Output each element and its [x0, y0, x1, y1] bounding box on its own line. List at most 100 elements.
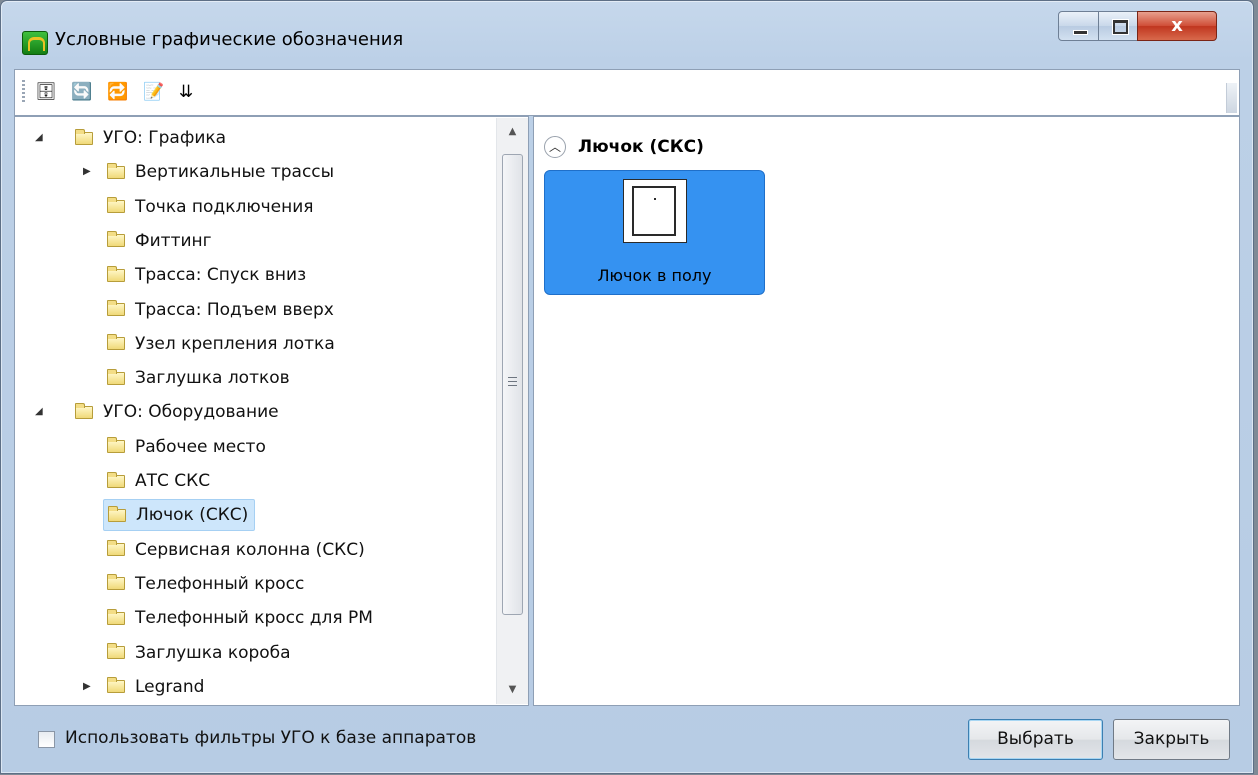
folder-icon: [107, 540, 125, 557]
edit-icon[interactable]: 📝: [143, 80, 165, 104]
symbol-tile[interactable]: Лючок в полу: [544, 170, 765, 295]
tree-item[interactable]: Телефонный кросс для РМ: [103, 601, 379, 635]
tree-item-label: Legrand: [135, 676, 205, 697]
tree-item-label: УГО: Оборудование: [103, 402, 279, 423]
folder-icon: [107, 231, 125, 248]
tree-item-content: Заглушка лотков: [103, 363, 296, 393]
scroll-thumb[interactable]: [502, 154, 523, 615]
title-bar[interactable]: Условные графические обозначения x: [1, 1, 1253, 55]
tree-item[interactable]: Трасса: Спуск вниз: [103, 258, 312, 292]
tree-item-label: Лючок (СКС): [136, 505, 249, 526]
folder-icon: [107, 368, 125, 385]
toolbar-overflow[interactable]: [1226, 83, 1237, 113]
tree-item[interactable]: Заглушка лотков: [103, 361, 296, 395]
tree-item-content: Трасса: Подъем вверх: [103, 295, 340, 325]
refresh-icon[interactable]: 🔄: [71, 80, 93, 104]
tree-item-content: УГО: Оборудование: [71, 397, 285, 427]
folder-icon: [107, 437, 125, 454]
tree-item-content: Вертикальные трассы: [103, 157, 340, 187]
tree-item-content: Точка подключения: [103, 192, 320, 222]
filter-checkbox[interactable]: [38, 731, 55, 748]
symbol-tile-label: Лючок в полу: [597, 266, 712, 285]
select-button[interactable]: Выбрать: [968, 719, 1103, 760]
app-icon: [22, 31, 48, 55]
tree-item-content: Фиттинг: [103, 226, 218, 256]
tree-item-label: Вертикальные трассы: [135, 162, 335, 183]
tree-item-content: Узел крепления лотка: [103, 329, 341, 359]
tree-item-label: Телефонный кросс: [135, 573, 305, 594]
folder-icon: [107, 643, 125, 659]
tree-item-label: Телефонный кросс для РМ: [135, 608, 373, 629]
maximize-button[interactable]: [1098, 11, 1138, 41]
tree-item-label: Сервисная колонна (СКС): [135, 539, 365, 560]
folder-icon: [107, 677, 125, 694]
sort-icon[interactable]: ⇊: [175, 80, 197, 104]
floor-hatch-icon: [623, 179, 687, 243]
minimize-button[interactable]: [1058, 11, 1099, 41]
folder-icon: [107, 334, 125, 351]
close-window-button[interactable]: x: [1137, 11, 1217, 41]
expanded-arrow-icon[interactable]: ◢: [35, 133, 45, 143]
tree-item-content: АТС СКС: [103, 466, 216, 496]
tree-item[interactable]: АТС СКС: [103, 464, 216, 498]
scroll-grip-icon: [508, 377, 517, 388]
folder-icon: [107, 162, 125, 179]
tree-item[interactable]: ▶ Вертикальные трассы: [83, 155, 340, 189]
toolbar-grip[interactable]: [22, 80, 25, 104]
collapse-group-icon[interactable]: ︿: [544, 136, 566, 158]
tree-item-selected[interactable]: Лючок (СКС): [103, 498, 256, 532]
toolbar: 🗄 🔄 🔁 📝 ⇊: [14, 69, 1240, 116]
tree-item[interactable]: Сервисная колонна (СКС): [103, 533, 371, 567]
folder-icon: [107, 300, 125, 316]
tree-item[interactable]: Трасса: Подъем вверх: [103, 293, 340, 327]
window-title: Условные графические обозначения: [55, 29, 404, 50]
folder-icon: [75, 128, 93, 145]
tree-item-label: Точка подключения: [135, 196, 314, 217]
tree-item[interactable]: Фиттинг: [103, 224, 218, 258]
group-title: Лючок (СКС): [578, 137, 704, 157]
folder-icon: [108, 505, 126, 522]
close-button[interactable]: Закрыть: [1113, 719, 1230, 760]
tree-item[interactable]: Рабочее место: [103, 430, 272, 464]
scroll-down-icon[interactable]: ▼: [497, 676, 528, 704]
tree-item-label: Рабочее место: [135, 436, 266, 457]
folder-icon: [107, 608, 125, 625]
folder-icon: [107, 197, 125, 214]
expanded-arrow-icon[interactable]: ◢: [35, 407, 45, 417]
tree-item-content: УГО: Графика: [71, 123, 232, 153]
tree-item-content: Телефонный кросс для РМ: [103, 603, 379, 633]
tree-item[interactable]: ◢ УГО: Оборудование: [35, 395, 285, 429]
sync-icon[interactable]: 🔁: [107, 80, 129, 104]
tree-item-label: УГО: Графика: [103, 128, 227, 148]
tree-item-content: Заглушка короба: [103, 638, 297, 668]
scroll-up-icon[interactable]: ▲: [497, 118, 528, 146]
collapsed-arrow-icon[interactable]: ▶: [83, 167, 93, 177]
tree-item[interactable]: Телефонный кросс: [103, 567, 310, 601]
category-tree[interactable]: ◢ УГО: Графика ▶ Вертикальные трассы Точка п…: [14, 116, 529, 706]
folder-icon: [107, 265, 125, 282]
tree-item-content: Legrand: [103, 672, 210, 702]
folder-icon: [107, 574, 125, 591]
tree-item-content: Лючок (СКС): [103, 499, 256, 532]
tree-item-label: Трасса: Спуск вниз: [135, 265, 307, 286]
tree-item[interactable]: Заглушка короба: [103, 636, 297, 670]
folder-icon: [75, 402, 93, 419]
tree-item[interactable]: Точка подключения: [103, 190, 320, 224]
tree-item-content: Телефонный кросс: [103, 569, 310, 599]
tree-item-content: Рабочее место: [103, 432, 272, 462]
tree-item-label: Трасса: Подъем вверх: [135, 299, 334, 320]
tree-item[interactable]: ▶ Legrand: [83, 670, 210, 704]
dialog-window: Условные графические обозначения x 🗄 🔄 🔁 📝 ⇊…: [0, 0, 1254, 774]
database-icon[interactable]: 🗄: [35, 80, 57, 104]
collapsed-arrow-icon[interactable]: ▶: [83, 681, 93, 692]
tree-item-content: Трасса: Спуск вниз: [103, 260, 312, 290]
tree-item-content: Сервисная колонна (СКС): [103, 535, 371, 565]
tree-item[interactable]: Узел крепления лотка: [103, 327, 341, 361]
tree-scrollbar[interactable]: ▲ ▼: [496, 118, 528, 704]
symbol-gallery: ︿ Лючок (СКС) Лючок в полу: [533, 116, 1240, 706]
tree-item[interactable]: ◢ УГО: Графика: [35, 121, 232, 155]
tree-item-label: АТС СКС: [135, 471, 211, 491]
tree-item-label: Заглушка лотков: [135, 368, 290, 389]
tree-item-label: Фиттинг: [135, 230, 212, 251]
filter-checkbox-label[interactable]: Использовать фильтры УГО к базе аппарато…: [65, 728, 476, 748]
